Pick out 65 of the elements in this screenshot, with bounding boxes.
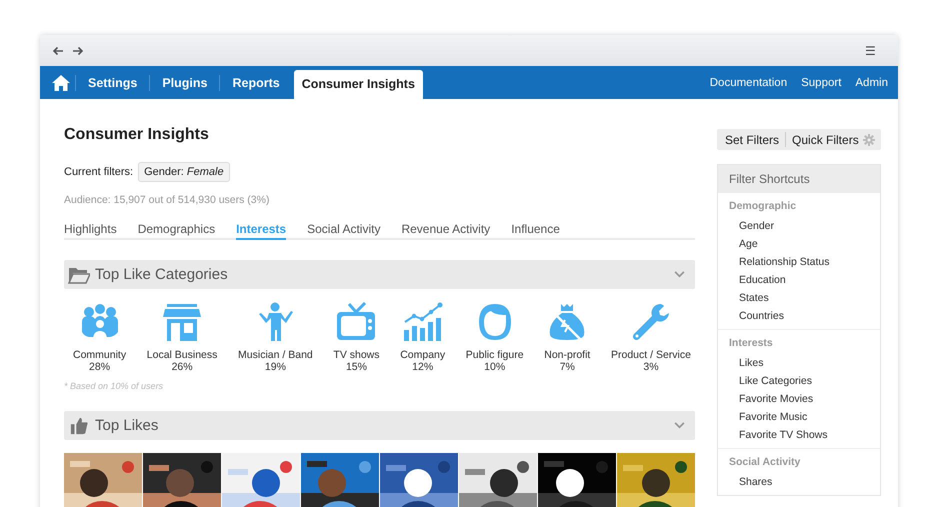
menu-icon[interactable]: ☰ — [865, 44, 876, 58]
shortcut-link[interactable]: Age — [718, 235, 880, 253]
section-title: Top Likes — [95, 417, 158, 434]
tab[interactable]: Social Activity — [307, 222, 380, 240]
shortcut-link[interactable]: Likes — [718, 354, 880, 372]
home-icon[interactable] — [52, 74, 70, 90]
category-share: 3% — [643, 361, 659, 373]
category-share: 10% — [484, 361, 506, 373]
shortcut-link[interactable]: Favorite TV Shows — [718, 426, 880, 444]
nav-link[interactable]: Support — [801, 66, 842, 99]
filter-chip[interactable]: Gender: Female — [138, 162, 230, 182]
category-share: 7% — [560, 361, 575, 373]
shortcut-link[interactable]: Countries — [718, 307, 880, 325]
category-share: 15% — [346, 361, 367, 373]
group-heading: Interests — [728, 336, 774, 351]
tab[interactable]: Demographics — [138, 222, 216, 240]
shortcut-link[interactable]: States — [718, 289, 880, 307]
nav-link[interactable]: Documentation — [710, 66, 788, 99]
audience-text: Audience: 15,907 out of 514,930 users (3%) — [64, 194, 270, 206]
category-label: Company — [400, 349, 446, 361]
shortcut-link[interactable]: Education — [718, 271, 880, 289]
category-share: 19% — [264, 361, 286, 373]
thumbs-up-icon — [68, 416, 90, 434]
section-header[interactable]: Top Likes — [64, 411, 695, 440]
category-label: Public figure — [466, 349, 524, 361]
category-share: 28% — [89, 361, 110, 373]
set-filters-button[interactable]: Set Filters — [725, 132, 780, 146]
group-heading: Demographic — [728, 199, 798, 214]
folder-icon — [68, 266, 90, 284]
group-heading: Social Activity — [728, 455, 802, 470]
tab[interactable]: Influence — [511, 222, 560, 240]
store-icon — [162, 302, 202, 342]
tab[interactable]: Revenue Activity — [401, 222, 490, 240]
bar-chart-icon — [402, 302, 443, 342]
nav-tab[interactable]: Settings — [76, 66, 150, 99]
section-title: Top Like Categories — [95, 266, 228, 283]
tv-icon — [336, 302, 376, 342]
category-share: 12% — [412, 361, 434, 373]
category-label: Non-profit — [544, 349, 590, 361]
forward-icon[interactable] — [72, 46, 84, 56]
nav-link[interactable]: Admin — [855, 66, 888, 99]
quick-filters-button[interactable]: Quick Filters — [792, 132, 859, 146]
shortcut-link[interactable]: Favorite Music — [718, 408, 880, 426]
tab[interactable]: Highlights — [64, 222, 117, 240]
footnote: * Based on 10% of users — [64, 381, 164, 391]
shortcut-link[interactable]: Gender — [718, 217, 880, 235]
shortcut-link[interactable]: Like Categories — [718, 372, 880, 390]
category-label: Product / Service — [611, 349, 691, 361]
category-label: Musician / Band — [238, 349, 313, 361]
category-label: Local Business — [146, 349, 218, 361]
category-label: TV shows — [333, 349, 380, 361]
shortcut-link[interactable]: Shares — [718, 473, 880, 491]
wrench-icon — [630, 302, 671, 342]
category-label: Community — [73, 349, 126, 361]
nav-tab[interactable]: Plugins — [150, 66, 220, 99]
section-header[interactable]: Top Like Categories — [64, 260, 695, 289]
back-icon[interactable] — [52, 46, 64, 56]
nav-tab[interactable]: Consumer Insights — [294, 70, 423, 99]
page-title: Consumer Insights — [64, 126, 210, 144]
nav-tab[interactable]: Reports — [220, 66, 292, 99]
shortcut-link[interactable]: Favorite Movies — [718, 390, 880, 408]
category-share: 26% — [172, 361, 193, 373]
shortcut-link[interactable]: Relationship Status — [718, 253, 880, 271]
panel-title: Filter Shortcuts — [718, 165, 880, 193]
filters-label: Current filters: — [64, 166, 134, 178]
